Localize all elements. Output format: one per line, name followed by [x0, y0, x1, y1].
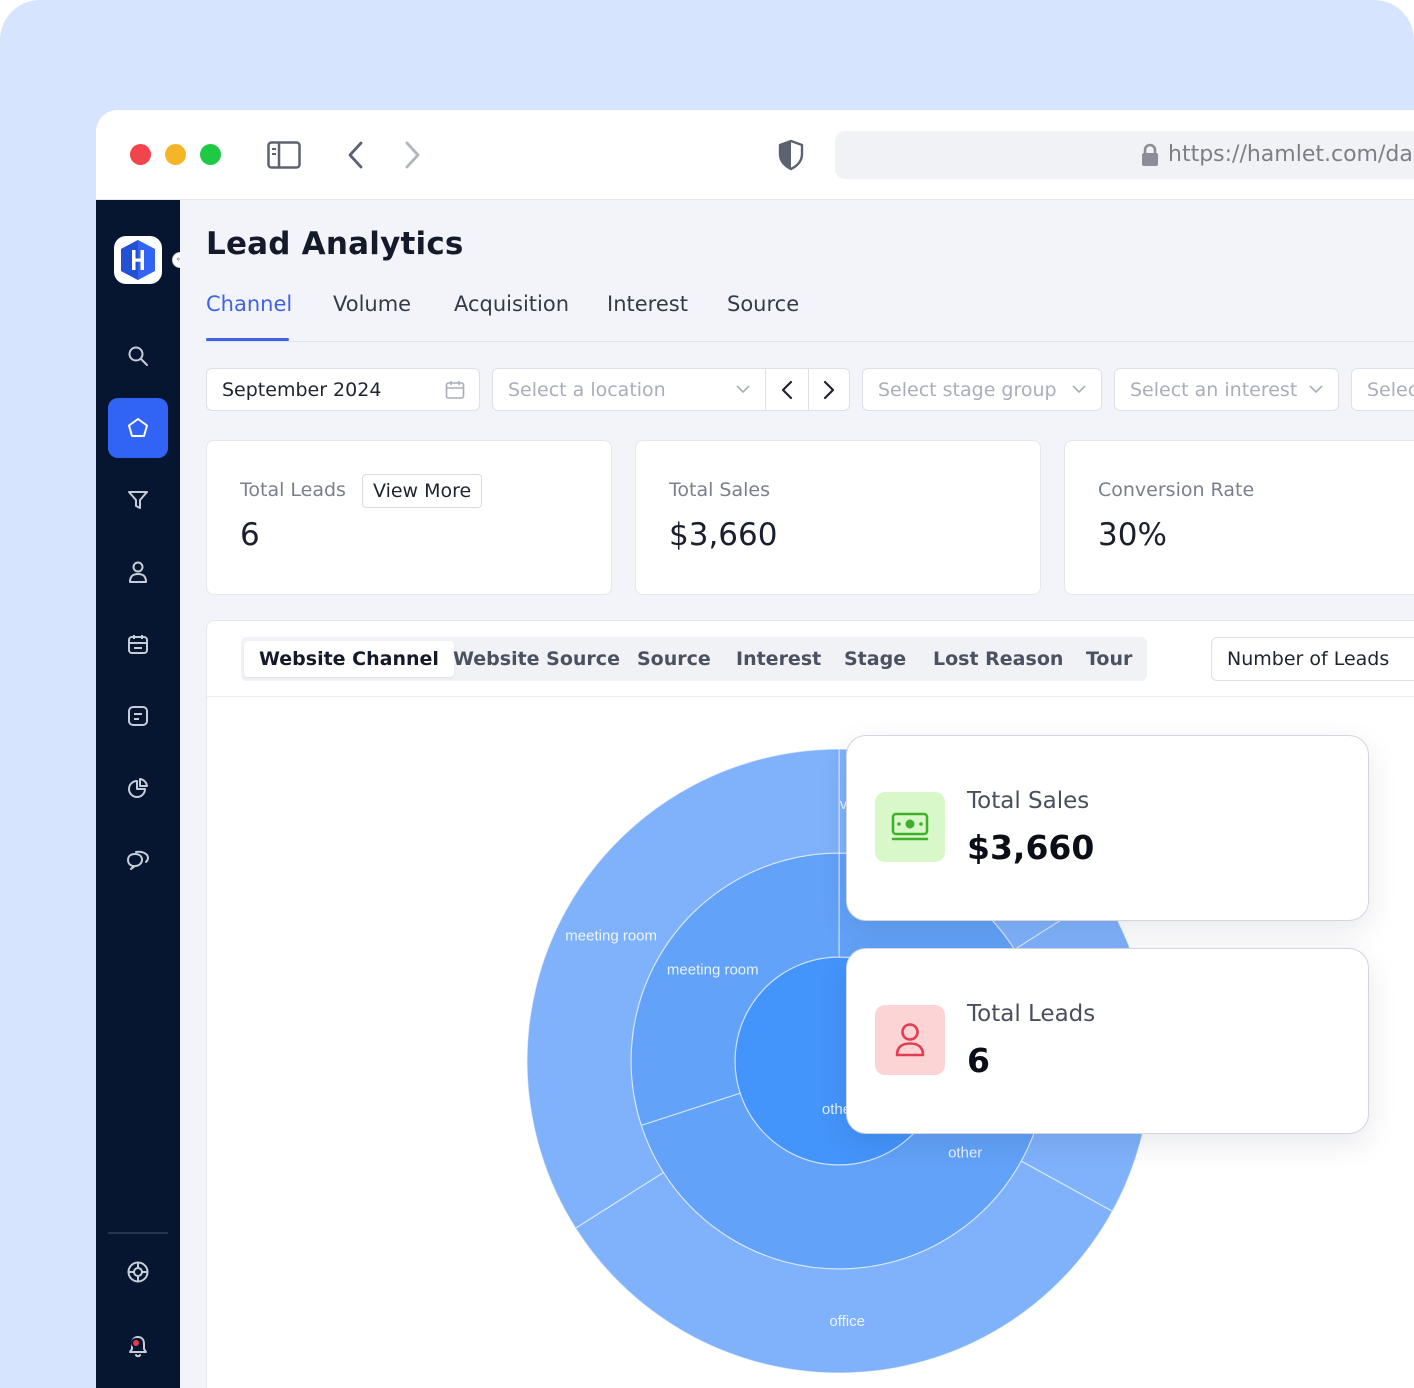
stage-group-select-placeholder: Select stage group [878, 378, 1057, 401]
maximize-window-button[interactable] [200, 144, 221, 165]
url-text: https://hamlet.com/dashboard [1168, 142, 1414, 167]
sidebar-icon [267, 141, 301, 169]
sidebar-item-messages[interactable] [108, 830, 168, 890]
additional-select-placeholder: Select [1367, 378, 1414, 401]
analytics-tabs: Channel Volume Acquisition Interest Sour… [206, 288, 1414, 342]
overlay-card-total-leads: Total Leads 6 [846, 948, 1369, 1134]
user-icon [129, 561, 147, 583]
lifebuoy-icon [127, 1261, 149, 1283]
overlay-leads-label: Total Leads [967, 1001, 1096, 1027]
pie-chart-icon [128, 778, 148, 798]
kpi-conversion-rate-label: Conversion Rate [1098, 479, 1255, 501]
sunburst-label: meeting room [565, 928, 657, 945]
kpi-total-leads: Total Leads View More 6 [206, 440, 612, 595]
home-icon [128, 418, 148, 437]
tab-source[interactable]: Source [727, 292, 799, 316]
sunburst-label: other [948, 1145, 982, 1162]
filter-icon [128, 491, 148, 509]
back-button[interactable] [342, 136, 368, 174]
notification-badge [131, 1338, 141, 1348]
sidebar-item-documents[interactable] [108, 686, 168, 746]
chat-icon [127, 850, 150, 870]
overlay-card-total-sales: Total Sales $3,660 [846, 735, 1369, 921]
overlay-leads-value: 6 [967, 1041, 990, 1080]
chevron-down-icon [736, 385, 750, 394]
page-title: Lead Analytics [206, 226, 464, 262]
money-icon [891, 812, 929, 841]
hamlet-logo-icon [121, 240, 155, 280]
app-sidebar: ⇔ [96, 200, 188, 1388]
sidebar-toggle-button[interactable] [264, 136, 304, 174]
leads-icon-badge [875, 1005, 945, 1075]
calendar-icon [445, 381, 465, 399]
sales-icon-badge [875, 792, 945, 862]
location-select-placeholder: Select a location [508, 378, 666, 401]
stage-group-select[interactable]: Select stage group [862, 368, 1102, 411]
document-icon [128, 706, 148, 726]
kpi-total-leads-value: 6 [240, 517, 260, 553]
interest-select-placeholder: Select an interest [1130, 378, 1298, 401]
kpi-total-sales-label: Total Sales [669, 479, 770, 501]
user-icon [895, 1023, 925, 1057]
sidebar-item-filter[interactable] [108, 470, 168, 530]
sidebar-item-home[interactable] [108, 398, 168, 458]
tab-acquisition[interactable]: Acquisition [454, 292, 569, 316]
month-picker[interactable]: September 2024 [206, 368, 480, 411]
privacy-shield-button[interactable] [776, 136, 806, 174]
sidebar-item-reports[interactable] [108, 758, 168, 818]
app-logo[interactable] [114, 236, 162, 284]
view-more-button[interactable]: View More [362, 474, 483, 508]
next-location-button[interactable] [807, 369, 850, 410]
kpi-total-leads-label: Total Leads [240, 479, 346, 501]
sunburst-label: meeting room [667, 961, 759, 978]
browser-toolbar: https://hamlet.com/dashboard [96, 110, 1414, 200]
previous-location-button[interactable] [766, 369, 808, 410]
chevron-down-icon [1072, 385, 1086, 394]
shield-icon [778, 139, 804, 171]
kpi-conversion-rate-value: 30% [1098, 517, 1167, 553]
kpi-total-sales: Total Sales $3,660 [635, 440, 1041, 595]
kpi-total-sales-value: $3,660 [669, 517, 778, 553]
month-picker-value: September 2024 [222, 378, 382, 401]
location-pager [765, 368, 850, 411]
chevron-left-icon [348, 141, 363, 169]
chevron-left-icon [781, 380, 792, 399]
overlay-sales-label: Total Sales [967, 788, 1090, 814]
lock-icon [1142, 143, 1158, 166]
calendar-icon [128, 635, 148, 654]
chevron-down-icon [1309, 385, 1323, 394]
sidebar-divider [108, 1232, 168, 1234]
kpi-conversion-rate: Conversion Rate 30% [1064, 440, 1414, 595]
location-select[interactable]: Select a location [492, 368, 766, 411]
chevron-right-icon [823, 380, 834, 399]
chevron-right-icon [405, 141, 420, 169]
forward-button[interactable] [400, 136, 426, 174]
tab-channel[interactable]: Channel [206, 292, 292, 316]
additional-select[interactable]: Select [1351, 368, 1414, 411]
tab-volume[interactable]: Volume [333, 292, 411, 316]
minimize-window-button[interactable] [165, 144, 186, 165]
overlay-sales-value: $3,660 [967, 828, 1095, 867]
search-icon [128, 346, 148, 366]
tab-interest[interactable]: Interest [607, 292, 688, 316]
active-tab-indicator [206, 338, 289, 341]
close-window-button[interactable] [130, 144, 151, 165]
interest-select[interactable]: Select an interest [1114, 368, 1339, 411]
sidebar-item-calendar[interactable] [108, 614, 168, 674]
sidebar-item-help[interactable] [108, 1242, 168, 1302]
sunburst-label: office [829, 1313, 865, 1330]
sidebar-item-search[interactable] [108, 326, 168, 386]
address-bar[interactable]: https://hamlet.com/dashboard [835, 131, 1414, 179]
sidebar-item-user[interactable] [108, 542, 168, 602]
